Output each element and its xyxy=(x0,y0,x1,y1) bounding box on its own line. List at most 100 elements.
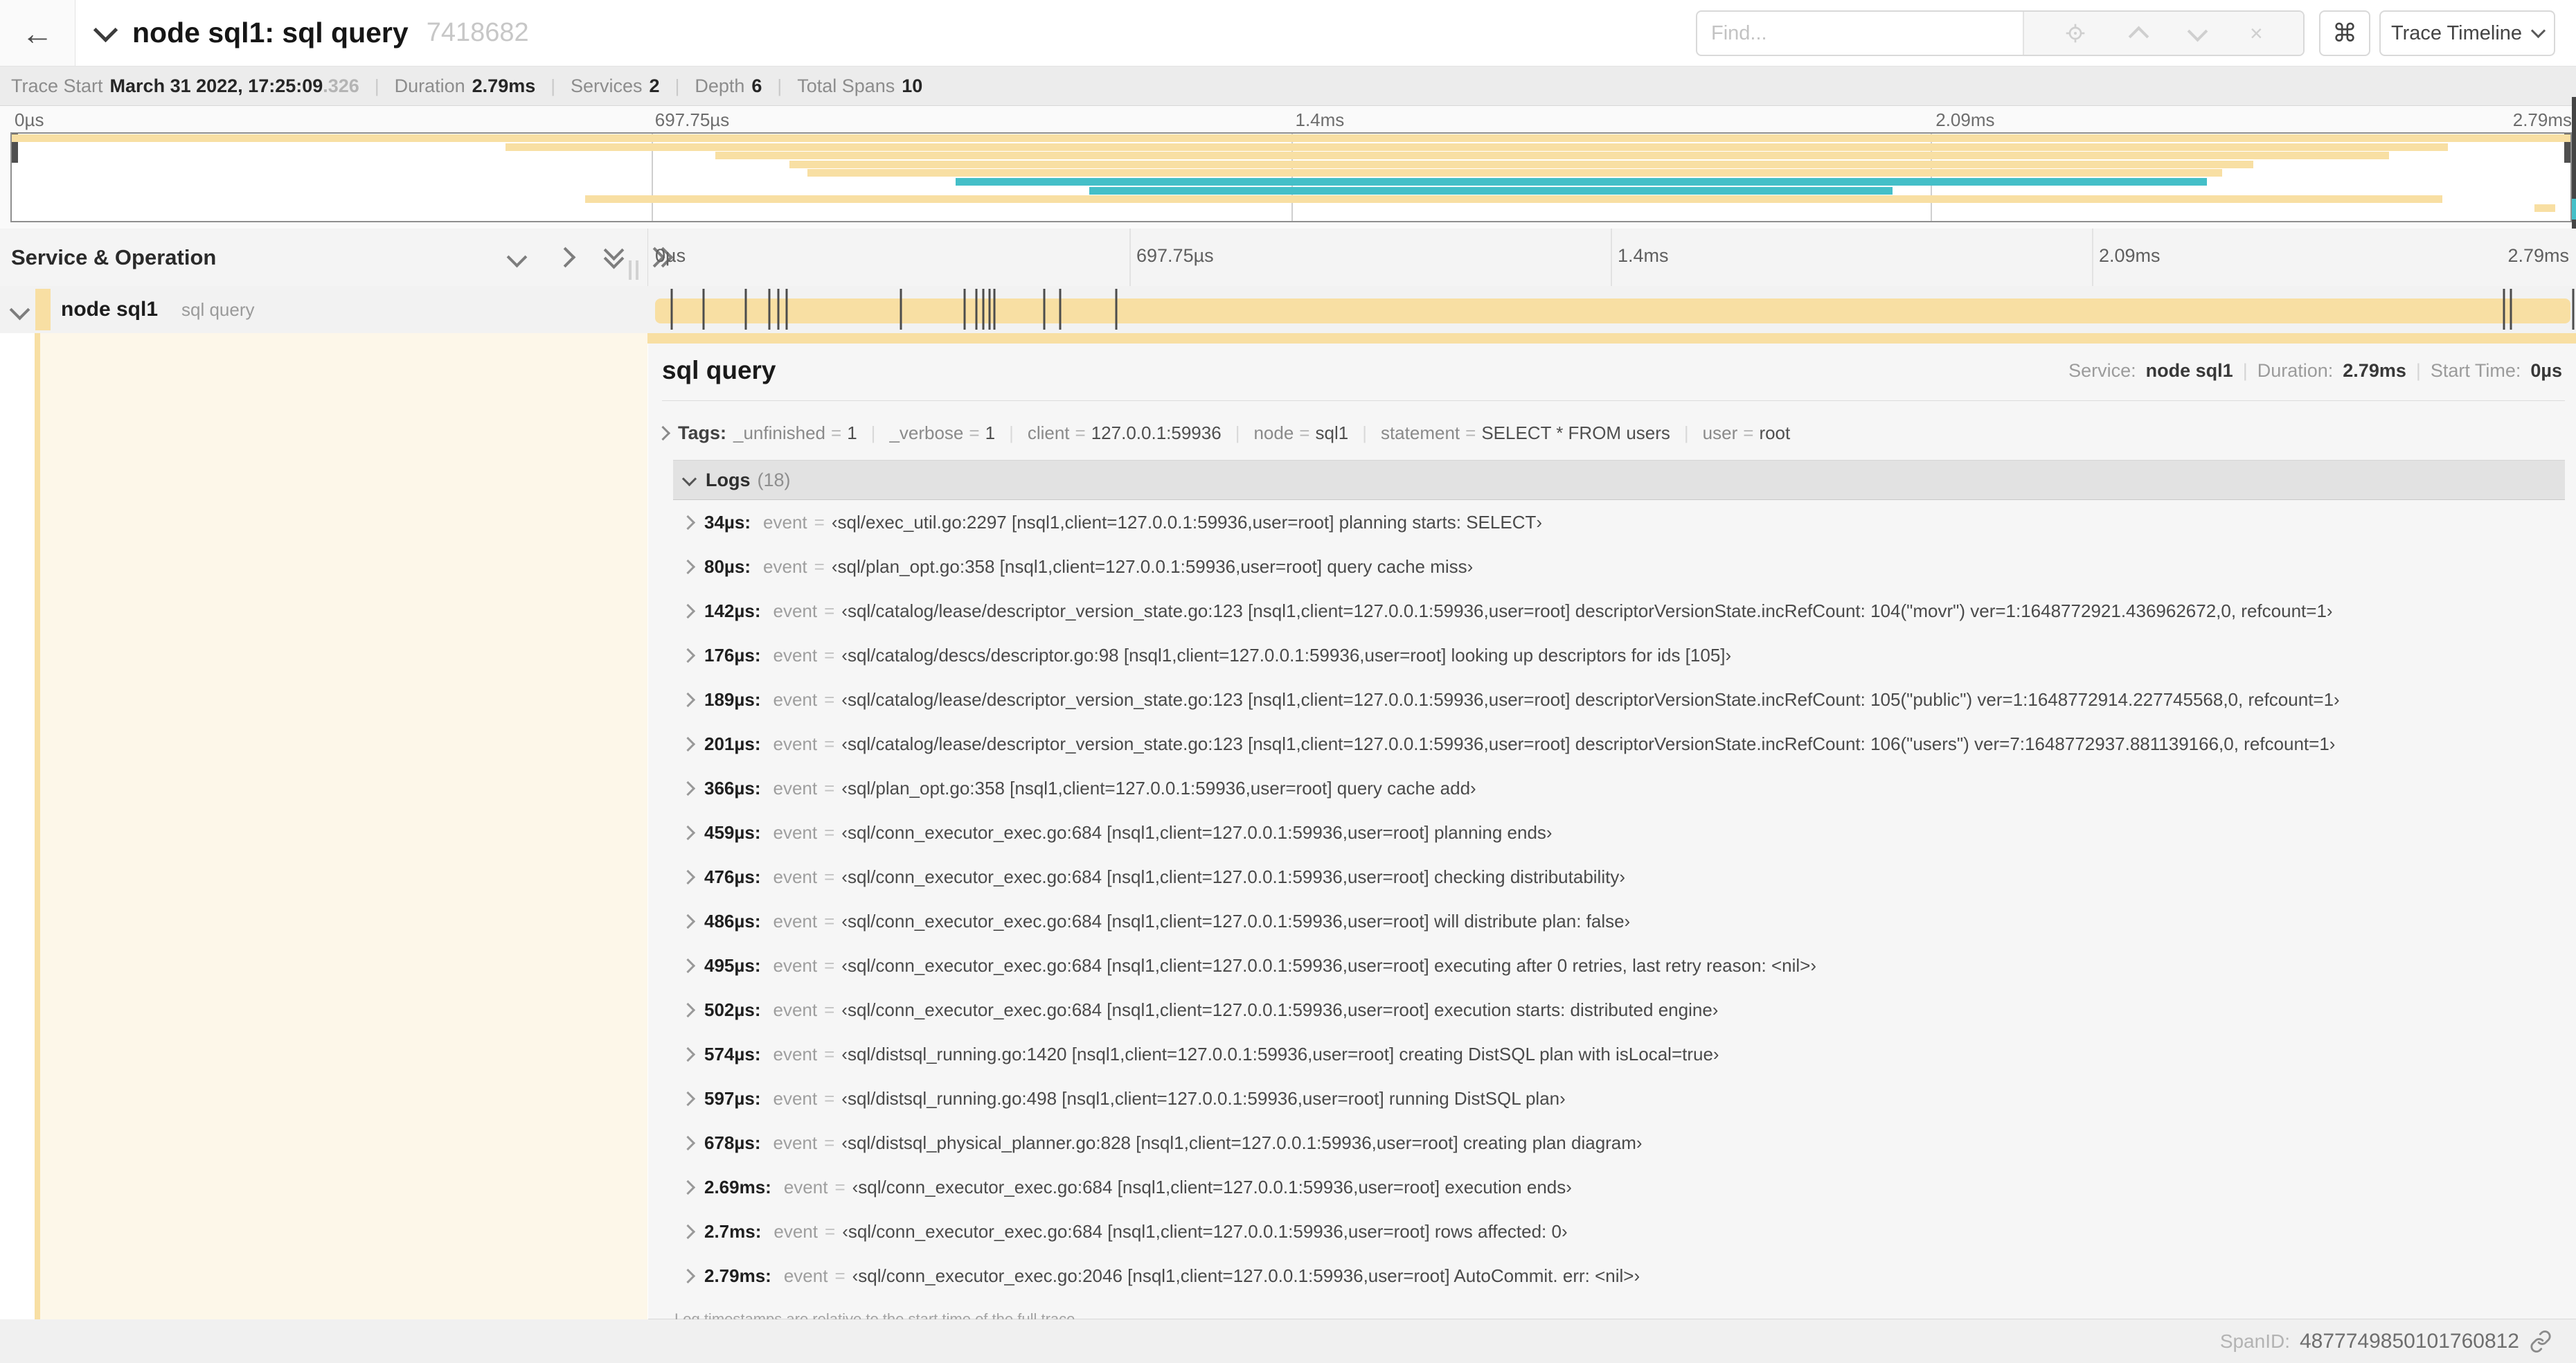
log-expand-chevron-right-icon[interactable] xyxy=(680,648,696,663)
start-time-label: Start Time: xyxy=(2430,359,2521,381)
log-event-key: event xyxy=(773,644,818,666)
span-id-footer: SpanID: 4877749850101760812 xyxy=(0,1319,2576,1363)
log-row[interactable]: 476µs: event = ‹sql/conn_executor_exec.go:6… xyxy=(673,855,2565,899)
log-tick xyxy=(1059,289,1062,330)
tag-separator: | xyxy=(1683,422,1689,443)
log-expand-chevron-right-icon[interactable] xyxy=(680,1135,696,1150)
log-expand-chevron-right-icon[interactable] xyxy=(680,1002,696,1017)
log-expand-chevron-right-icon[interactable] xyxy=(680,781,696,796)
log-row[interactable]: 678µs: event = ‹sql/distsql_physical_planne… xyxy=(673,1121,2565,1165)
find-clear-icon[interactable]: × xyxy=(2250,22,2263,44)
tags-row[interactable]: Tags: _unfinished = 1 | _verbose = 1 | client = 12… xyxy=(655,413,2562,453)
summary-item: Duration 2.79ms xyxy=(395,75,536,97)
summary-separator: | xyxy=(777,75,782,96)
summary-item-label: Duration xyxy=(394,75,465,96)
tag-value: 127.0.0.1:59936 xyxy=(1091,422,1222,443)
log-event-equals: = xyxy=(824,733,835,754)
find-next-chevron-down-icon[interactable] xyxy=(2188,21,2208,42)
tag-equals: = xyxy=(1465,422,1476,443)
tag-value: root xyxy=(1759,422,1791,443)
log-timestamp: 495µs: xyxy=(704,954,761,976)
log-event-equals: = xyxy=(825,1220,836,1242)
span-service-name[interactable]: node sql1 xyxy=(61,286,158,333)
log-row[interactable]: 366µs: event = ‹sql/plan_opt.go:358 [nsql1,… xyxy=(673,766,2565,810)
log-expand-chevron-right-icon[interactable] xyxy=(680,1091,696,1106)
log-row[interactable]: 597µs: event = ‹sql/distsql_running.go:498 … xyxy=(673,1076,2565,1121)
log-event-value: ‹sql/conn_executor_exec.go:2046 [nsql1,c… xyxy=(852,1265,1640,1286)
span-duration-bar[interactable] xyxy=(655,299,2570,323)
collapse-trace-chevron-down-icon[interactable] xyxy=(93,17,118,43)
column-resizer-grip[interactable] xyxy=(629,260,638,280)
log-row[interactable]: 2.7ms: event = ‹sql/conn_executor_exec.go:6… xyxy=(673,1209,2565,1254)
log-row[interactable]: 459µs: event = ‹sql/conn_executor_exec.go:6… xyxy=(673,810,2565,855)
locate-icon[interactable] xyxy=(2064,22,2086,44)
span-operation-name[interactable]: sql query xyxy=(181,286,255,333)
log-expand-chevron-right-icon[interactable] xyxy=(680,692,696,707)
deep-link-icon[interactable] xyxy=(2529,1330,2552,1353)
log-expand-chevron-right-icon[interactable] xyxy=(680,736,696,751)
log-row[interactable]: 502µs: event = ‹sql/conn_executor_exec.go:6… xyxy=(673,988,2565,1032)
tags-expand-chevron-right-icon[interactable] xyxy=(655,425,671,440)
collapse-all-double-chevron-down-icon[interactable] xyxy=(601,240,626,270)
logs-title: Logs xyxy=(706,469,751,490)
log-expand-chevron-right-icon[interactable] xyxy=(680,825,696,840)
log-expand-chevron-right-icon[interactable] xyxy=(680,1046,696,1062)
log-row[interactable]: 2.69ms: event = ‹sql/conn_executor_exec.go:… xyxy=(673,1165,2565,1209)
log-tick xyxy=(785,289,788,330)
log-row[interactable]: 189µs: event = ‹sql/catalog/lease/descripto… xyxy=(673,677,2565,722)
timeline-ruler-label: 0µs xyxy=(655,245,686,266)
log-row[interactable]: 142µs: event = ‹sql/catalog/lease/descripto… xyxy=(673,589,2565,633)
back-button[interactable]: ← xyxy=(0,0,75,66)
summary-item: Depth 6 xyxy=(695,75,762,97)
log-expand-chevron-right-icon[interactable] xyxy=(680,1179,696,1195)
log-expand-chevron-right-icon[interactable] xyxy=(680,559,696,574)
log-event-equals: = xyxy=(824,777,835,799)
find-prev-chevron-up-icon[interactable] xyxy=(2128,26,2149,46)
log-tick xyxy=(744,289,747,330)
keyboard-shortcuts-button[interactable]: ⌘ xyxy=(2319,10,2370,56)
log-expand-chevron-right-icon[interactable] xyxy=(680,869,696,884)
log-expand-chevron-right-icon[interactable] xyxy=(680,1268,696,1283)
logs-collapse-chevron-down-icon[interactable] xyxy=(681,471,697,486)
logs-header[interactable]: Logs (18) xyxy=(673,460,2565,500)
find-input[interactable] xyxy=(1697,12,2023,55)
log-expand-chevron-right-icon[interactable] xyxy=(680,914,696,929)
minimap-canvas[interactable] xyxy=(10,132,2572,222)
trace-view-selector-button[interactable]: Trace Timeline xyxy=(2379,10,2555,56)
logs-list: 34µs: event = ‹sql/exec_util.go:2297 [nsql1… xyxy=(673,500,2565,1298)
log-row[interactable]: 2.79ms: event = ‹sql/conn_executor_exec.go:… xyxy=(673,1254,2565,1298)
log-event-equals: = xyxy=(814,555,825,577)
view-button-label: Trace Timeline xyxy=(2390,21,2523,44)
log-expand-chevron-right-icon[interactable] xyxy=(680,1224,696,1239)
log-expand-chevron-right-icon[interactable] xyxy=(680,958,696,973)
log-event-key: event xyxy=(773,777,818,799)
span-collapse-chevron-down-icon[interactable] xyxy=(9,299,30,321)
command-icon: ⌘ xyxy=(2332,19,2357,47)
log-event-key: event xyxy=(773,1220,818,1242)
collapse-one-chevron-down-icon[interactable] xyxy=(504,245,529,270)
log-row[interactable]: 486µs: event = ‹sql/conn_executor_exec.go:6… xyxy=(673,899,2565,943)
log-expand-chevron-right-icon[interactable] xyxy=(680,515,696,530)
tag-item: _unfinished = 1 xyxy=(733,422,857,444)
log-row[interactable]: 80µs: event = ‹sql/plan_opt.go:358 [nsql1,c… xyxy=(673,544,2565,589)
expand-one-chevron-right-icon[interactable] xyxy=(553,245,578,270)
log-row[interactable]: 176µs: event = ‹sql/catalog/descs/descripto… xyxy=(673,633,2565,677)
log-tick xyxy=(2572,289,2575,330)
minimap-ruler: 0µs 697.75µs 1.4ms 2.09ms 2.79ms xyxy=(10,109,2572,132)
log-row[interactable]: 34µs: event = ‹sql/exec_util.go:2297 [nsql1… xyxy=(673,500,2565,544)
log-row[interactable]: 495µs: event = ‹sql/conn_executor_exec.go:6… xyxy=(673,943,2565,988)
log-tick xyxy=(963,289,966,330)
minimap-span xyxy=(789,160,2253,168)
span-bar-row[interactable] xyxy=(648,286,2575,333)
log-timestamp: 176µs: xyxy=(704,644,761,666)
timeline-ruler-label: 2.09ms xyxy=(2099,245,2161,266)
log-row[interactable]: 201µs: event = ‹sql/catalog/lease/descripto… xyxy=(673,722,2565,766)
log-row[interactable]: 574µs: event = ‹sql/distsql_running.go:1420… xyxy=(673,1032,2565,1076)
log-expand-chevron-right-icon[interactable] xyxy=(680,603,696,618)
log-event-key: event xyxy=(773,954,818,976)
start-time-value: 0µs xyxy=(2530,359,2562,381)
log-event-equals: = xyxy=(834,1176,846,1197)
log-event-key: event xyxy=(773,1132,818,1153)
log-event-value: ‹sql/conn_executor_exec.go:684 [nsql1,cl… xyxy=(841,954,1817,976)
log-timestamp: 201µs: xyxy=(704,733,761,754)
